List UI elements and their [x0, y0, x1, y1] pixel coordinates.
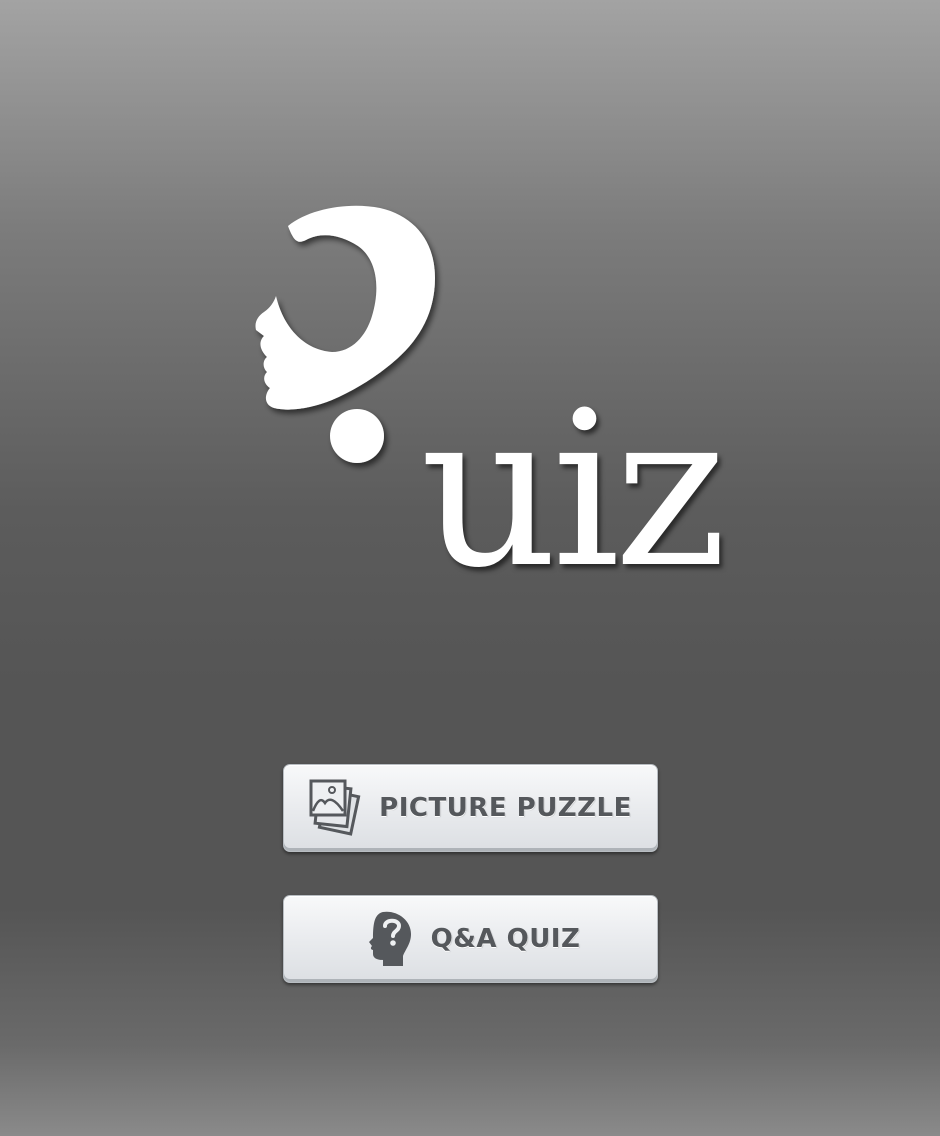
photo-stack-icon — [309, 779, 363, 837]
picture-puzzle-button[interactable]: PICTURE PUZZLE — [283, 764, 658, 852]
head-question-icon — [361, 910, 415, 968]
qa-quiz-button[interactable]: Q&A QUIZ — [283, 895, 658, 983]
logo-text: uiz — [420, 366, 727, 615]
qa-quiz-label: Q&A QUIZ — [430, 924, 581, 954]
picture-puzzle-label: PICTURE PUZZLE — [379, 793, 632, 823]
quiz-logo: uiz — [240, 190, 727, 598]
